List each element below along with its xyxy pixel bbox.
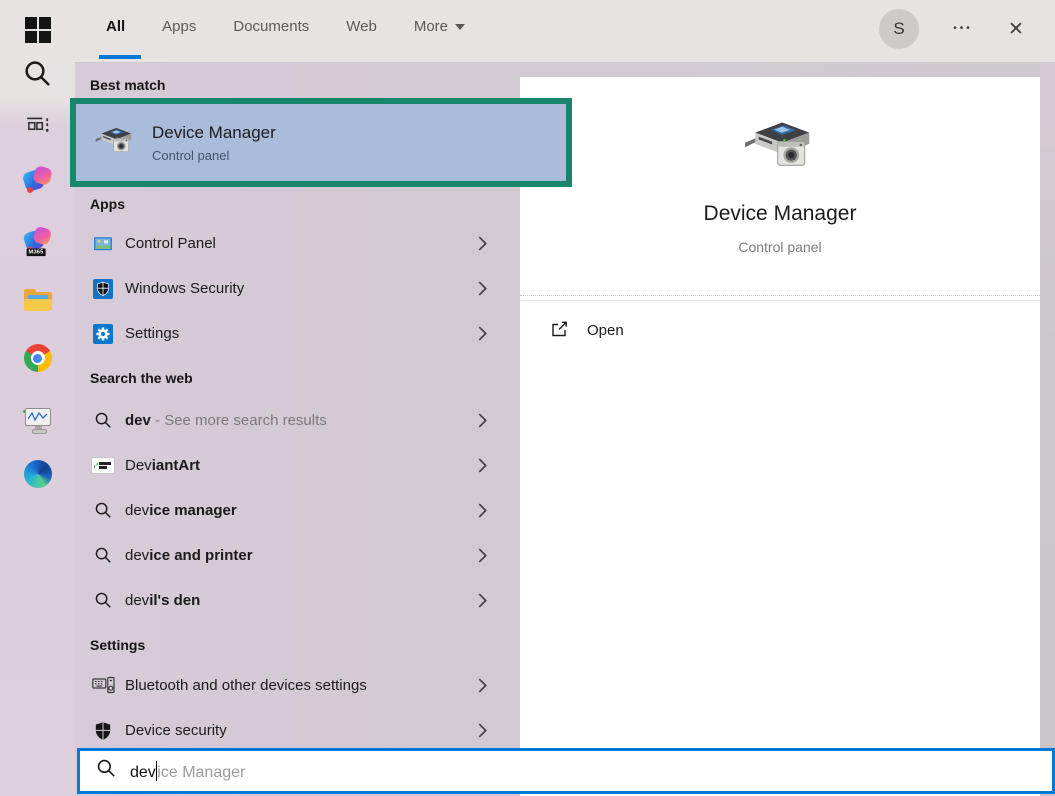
control-panel-icon [90, 234, 116, 254]
preview-subtitle: Control panel [520, 239, 1040, 255]
chevron-right-icon [478, 326, 487, 346]
search-icon [90, 501, 116, 520]
active-tab-underline [99, 55, 141, 59]
task-view-button[interactable] [0, 104, 75, 148]
copilot-app-button[interactable] [0, 158, 75, 202]
more-options-icon[interactable]: ••• [943, 14, 983, 44]
copilot-icon [23, 165, 53, 195]
tab-more[interactable]: More [414, 18, 465, 35]
bluetooth-devices-icon [90, 675, 116, 696]
web-suggestion-row[interactable]: dev - See more search results [75, 398, 520, 443]
device-manager-icon [95, 126, 135, 160]
close-icon[interactable]: ✕ [1000, 13, 1032, 47]
best-match-title: Device Manager [152, 123, 276, 143]
search-icon [90, 546, 116, 565]
preview-panel: Device Manager Control panel Open [520, 77, 1040, 796]
result-label: Settings [125, 325, 179, 342]
web-suggestion-row-deviantart[interactable]: DeviantArt [75, 443, 520, 488]
result-label: Device security [125, 722, 227, 739]
divider [520, 295, 1040, 296]
search-suggestion-text: ice Manager [157, 764, 245, 781]
web-suggestion-row[interactable]: devil's den [75, 578, 520, 623]
result-label: Windows Security [125, 280, 244, 297]
search-typed-text: dev [130, 764, 156, 781]
result-row-windows-security[interactable]: Windows Security [75, 266, 520, 311]
search-icon [23, 59, 53, 89]
result-label: Bluetooth and other devices settings [125, 677, 367, 694]
result-label: Control Panel [125, 235, 216, 252]
best-match-result-row[interactable]: Device Manager Control panel [70, 98, 572, 187]
task-view-icon [25, 114, 51, 138]
settings-section-label: Settings [90, 637, 145, 653]
search-icon [90, 591, 116, 610]
tab-documents[interactable]: Documents [233, 18, 309, 35]
result-row-bluetooth-settings[interactable]: Bluetooth and other devices settings [75, 663, 520, 708]
search-icon [96, 758, 117, 784]
filter-tabs: All Apps Documents Web More [106, 18, 465, 35]
result-row-device-security[interactable]: Device security [75, 708, 520, 753]
m365-copilot-app-button[interactable]: M365 [0, 218, 75, 262]
chevron-right-icon [478, 548, 487, 568]
windows-security-icon [90, 279, 116, 299]
taskbar: M365 [0, 0, 75, 796]
performance-monitor-button[interactable] [0, 398, 75, 442]
open-external-icon [550, 320, 570, 340]
user-avatar[interactable]: S [879, 9, 919, 49]
web-suggestion-row[interactable]: device and printer [75, 533, 520, 578]
web-suggestion-row[interactable]: device manager [75, 488, 520, 533]
chrome-button[interactable] [0, 336, 75, 380]
edge-icon [24, 460, 52, 488]
open-action[interactable]: Open [550, 320, 624, 340]
file-explorer-icon [23, 290, 53, 314]
shield-icon [90, 721, 116, 741]
chevron-right-icon [478, 593, 487, 613]
search-header: All Apps Documents Web More S ••• ✕ [75, 0, 1055, 63]
performance-monitor-icon [23, 406, 53, 434]
search-icon [90, 411, 116, 430]
apps-section-label: Apps [90, 196, 125, 212]
best-match-section-label: Best match [90, 77, 165, 93]
result-row-settings[interactable]: Settings [75, 311, 520, 356]
web-section-label: Search the web [90, 370, 193, 386]
chevron-down-icon [455, 24, 465, 30]
deviantart-icon [90, 458, 116, 473]
device-manager-icon-large [744, 119, 816, 185]
chevron-right-icon [478, 458, 487, 478]
divider [520, 300, 1040, 301]
m365-badge: M365 [26, 249, 45, 257]
chevron-right-icon [478, 678, 487, 698]
windows-logo-icon [25, 17, 51, 43]
tab-web[interactable]: Web [346, 18, 377, 35]
chrome-icon [24, 344, 52, 372]
chevron-right-icon [478, 503, 487, 523]
result-row-control-panel[interactable]: Control Panel [75, 221, 520, 266]
start-button[interactable] [0, 8, 75, 52]
best-match-subtitle: Control panel [152, 148, 276, 163]
tab-apps[interactable]: Apps [162, 18, 196, 35]
tab-all[interactable]: All [106, 18, 125, 35]
chevron-right-icon [478, 236, 487, 256]
file-explorer-button[interactable] [0, 280, 75, 324]
window-edge-strip [1040, 63, 1055, 796]
open-label: Open [587, 322, 624, 339]
chevron-right-icon [478, 723, 487, 743]
search-input[interactable]: device Manager [77, 748, 1055, 794]
preview-title: Device Manager [520, 202, 1040, 226]
chevron-right-icon [478, 413, 487, 433]
chevron-right-icon [478, 281, 487, 301]
taskbar-search-button[interactable] [0, 52, 75, 96]
edge-button[interactable] [0, 452, 75, 496]
settings-gear-icon [90, 324, 116, 344]
m365-copilot-icon: M365 [23, 226, 52, 255]
